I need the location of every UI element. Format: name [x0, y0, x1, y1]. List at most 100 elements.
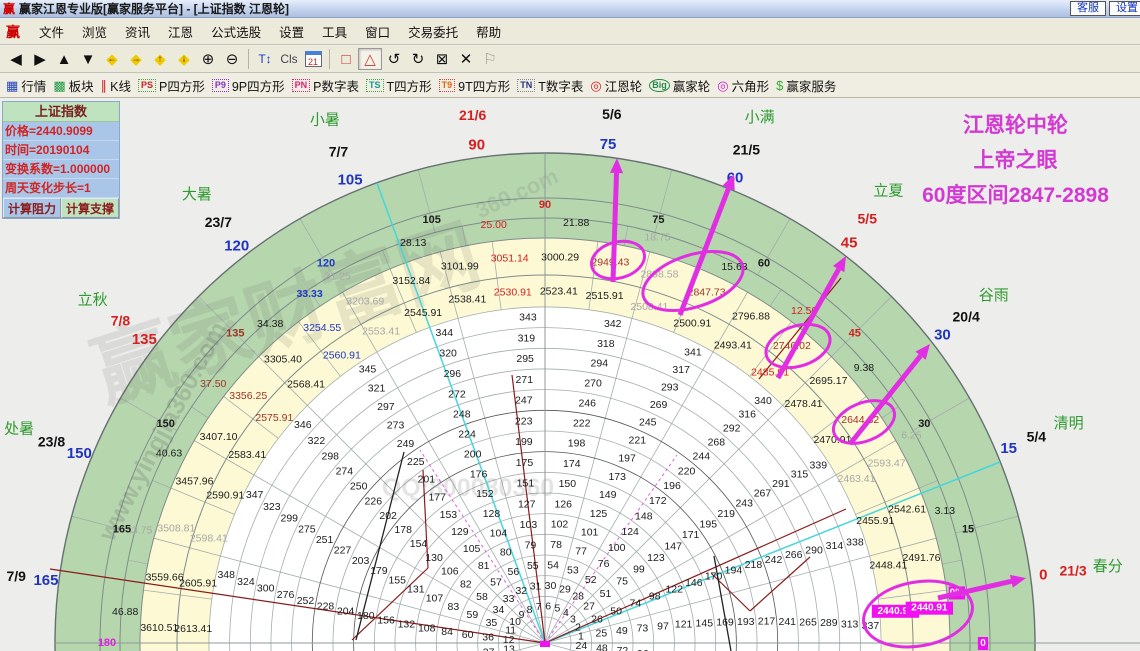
svg-text:2949.43: 2949.43: [591, 257, 629, 269]
menu-item-资讯[interactable]: 资讯: [116, 18, 159, 45]
toolbar-item-gann-wheel[interactable]: ◎ 江恩轮: [590, 76, 642, 95]
svg-text:269: 269: [650, 399, 668, 411]
info-row-1: 时间=20190104: [3, 141, 119, 160]
toolbar-item-p-number-table[interactable]: PN P数字表: [291, 76, 359, 95]
svg-text:131: 131: [407, 583, 425, 595]
gann-wheel-chart-area[interactable]: 赢家财富网 www.yingjia360.com QQ:800080360 360.c…: [0, 98, 1140, 651]
toolbar-item-9p-square[interactable]: P9 9P四方形: [211, 76, 285, 95]
svg-text:2605.91: 2605.91: [179, 577, 217, 589]
svg-text:90: 90: [539, 199, 551, 211]
toolbar-item-kline[interactable]: ∥ K线: [101, 76, 131, 95]
menu-item-文件[interactable]: 文件: [30, 18, 73, 45]
svg-text:177: 177: [428, 491, 446, 503]
9t-square-icon: T9: [438, 79, 456, 92]
flag-icon[interactable]: ⚐: [478, 48, 502, 70]
quotes-icon: ▦: [6, 77, 19, 93]
toolbar-item-9t-square[interactable]: T9 9T四方形: [438, 76, 510, 95]
svg-text:226: 226: [365, 495, 383, 507]
menu-item-江恩[interactable]: 江恩: [159, 18, 202, 45]
svg-text:60: 60: [758, 258, 770, 270]
svg-text:250: 250: [350, 481, 368, 493]
toolbar-item-quotes[interactable]: ▦ 行情: [6, 76, 46, 95]
svg-text:34.38: 34.38: [257, 318, 283, 330]
svg-text:58: 58: [476, 591, 488, 603]
flip-axis-icon[interactable]: T↕: [253, 48, 277, 70]
svg-text:77: 77: [575, 545, 587, 557]
rotate-cw-icon[interactable]: ↻: [406, 48, 430, 70]
svg-text:322: 322: [308, 435, 326, 447]
svg-text:124: 124: [621, 526, 639, 538]
toolbar-item-sectors[interactable]: ▩ 板块: [53, 76, 93, 95]
toolbar-item-winner-wheel[interactable]: Big 赢家轮: [649, 76, 710, 95]
menu-item-交易委托[interactable]: 交易委托: [399, 18, 467, 45]
calendar-icon[interactable]: 21: [301, 48, 325, 70]
svg-text:169: 169: [716, 616, 734, 628]
index-info-panel: 上证指数 价格=2440.9099 时间=20190104 变换系数=1.00000…: [2, 101, 120, 219]
gann-wheel-chart[interactable]: 赢家财富网www.yingjia360.com QQ:800080360360.c…: [0, 98, 1140, 651]
svg-text:27: 27: [583, 601, 595, 613]
menu-item-公式选股[interactable]: 公式选股: [202, 18, 270, 45]
svg-text:3051.14: 3051.14: [491, 253, 529, 265]
pan-right-icon[interactable]: ◆ →: [124, 48, 148, 70]
9p-square-icon: P9: [211, 79, 229, 92]
kline-icon: ∥: [100, 77, 108, 93]
square-tool-icon[interactable]: □: [334, 48, 358, 70]
menu-item-帮助[interactable]: 帮助: [467, 18, 510, 45]
date-label: 7/7: [329, 144, 349, 160]
svg-text:78: 78: [550, 539, 562, 551]
menu-item-工具[interactable]: 工具: [313, 18, 356, 45]
pan-up-icon[interactable]: ◆ ↑: [148, 48, 172, 70]
svg-text:148: 148: [635, 511, 653, 523]
rotate-ccw-icon[interactable]: ↺: [382, 48, 406, 70]
menu-item-窗口[interactable]: 窗口: [356, 18, 399, 45]
date-label: 7/9: [6, 568, 26, 584]
svg-text:165: 165: [113, 524, 131, 536]
menu-item-设置[interactable]: 设置: [270, 18, 313, 45]
svg-text:2613.41: 2613.41: [174, 623, 212, 635]
svg-text:346: 346: [294, 419, 312, 431]
toolbar-item-t-square[interactable]: TS T四方形: [366, 76, 432, 95]
svg-text:2530.91: 2530.91: [494, 286, 532, 298]
back-icon[interactable]: ◀: [4, 48, 28, 70]
pointer-up-icon[interactable]: ▲: [52, 48, 76, 70]
svg-text:265: 265: [799, 616, 817, 628]
svg-text:179: 179: [370, 565, 388, 577]
center-cross-icon[interactable]: ✕: [454, 48, 478, 70]
svg-text:313: 313: [841, 618, 859, 630]
settings-button-partial[interactable]: 设置: [1109, 1, 1140, 16]
calc-support-button[interactable]: 计算支撑: [61, 198, 119, 218]
toolbar-item-p-square[interactable]: PS P四方形: [137, 76, 205, 95]
box-x-icon[interactable]: ⊠: [430, 48, 454, 70]
pointer-down-icon[interactable]: ▼: [76, 48, 100, 70]
calc-resistance-button[interactable]: 计算阻力: [3, 198, 61, 218]
customer-service-button[interactable]: 客服: [1070, 1, 1106, 16]
svg-text:2560.91: 2560.91: [323, 350, 361, 362]
svg-text:347: 347: [246, 489, 264, 501]
svg-text:146: 146: [685, 577, 703, 589]
pan-left-icon[interactable]: ◆ ←: [100, 48, 124, 70]
toolbar-item-t-number-table[interactable]: TN T数字表: [517, 76, 583, 95]
date-label: 23/8: [38, 434, 65, 450]
app-logo-icon: 赢: [3, 2, 16, 16]
svg-text:299: 299: [280, 512, 298, 524]
svg-text:340: 340: [754, 395, 772, 407]
t-number-table-label: T数字表: [538, 80, 584, 94]
pan-down-icon[interactable]: ◆ ↓: [172, 48, 196, 70]
svg-text:338: 338: [846, 536, 864, 548]
zoom-in-icon[interactable]: ⊕: [196, 48, 220, 70]
svg-text:194: 194: [725, 565, 743, 577]
toolbar-item-winner-service[interactable]: $ 赢家服务: [776, 76, 836, 95]
solar-term-label: 大暑: [182, 186, 212, 203]
solar-term-label: 小满: [745, 109, 775, 126]
menu-item-浏览[interactable]: 浏览: [73, 18, 116, 45]
forward-icon[interactable]: ▶: [28, 48, 52, 70]
svg-text:128: 128: [483, 508, 501, 520]
cls-icon[interactable]: Cls: [277, 48, 301, 70]
toolbar-item-hexagon[interactable]: ◎ 六角形: [717, 76, 769, 95]
degree-label-150: 150: [67, 445, 92, 462]
triangle-tool-icon[interactable]: △: [358, 48, 382, 70]
svg-text:345: 345: [359, 364, 377, 376]
svg-text:49: 49: [616, 625, 628, 637]
zoom-out-icon[interactable]: ⊖: [220, 48, 244, 70]
svg-text:46.88: 46.88: [112, 606, 138, 618]
